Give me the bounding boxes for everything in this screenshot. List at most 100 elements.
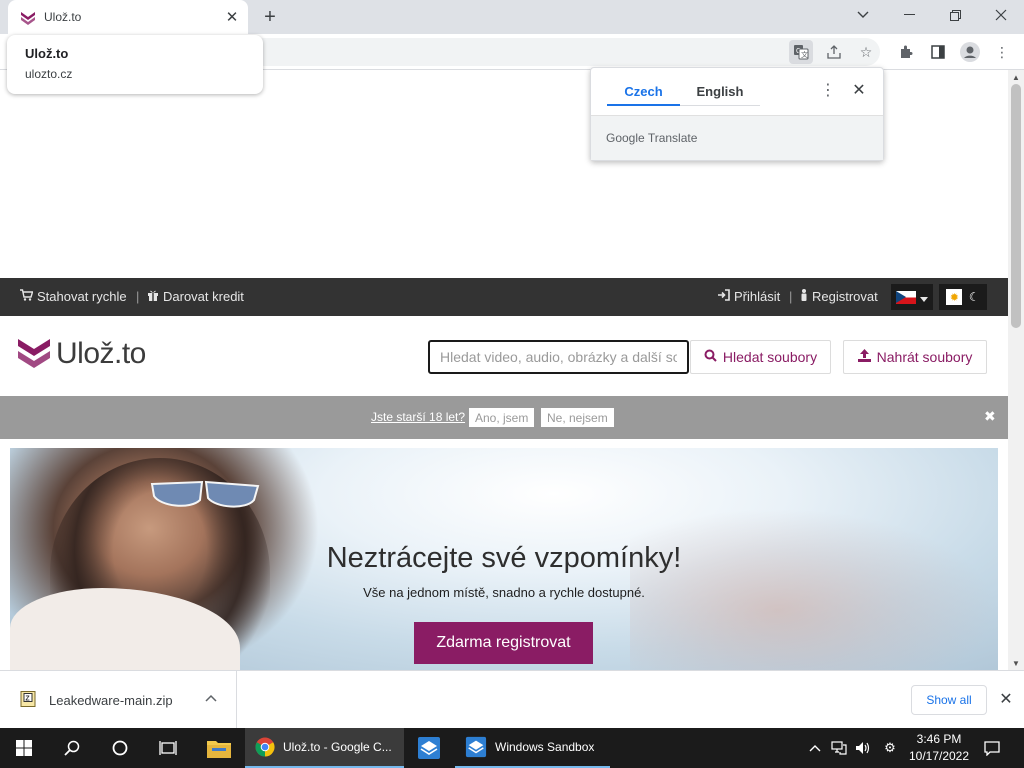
theme-toggle[interactable]: ✹ ☾ — [939, 284, 987, 310]
fast-download-link[interactable]: Stahovat rychle — [20, 289, 127, 304]
tab-strip: Ulož.to ✕ + — [0, 0, 1024, 34]
sandbox-icon — [465, 736, 487, 758]
taskbar-sandbox-pinned[interactable] — [407, 728, 451, 768]
close-icon[interactable]: ✖ — [984, 408, 996, 425]
search-input[interactable] — [428, 340, 689, 374]
settings-gear-icon[interactable]: ⚙ — [878, 728, 902, 768]
profile-avatar-icon[interactable] — [958, 40, 982, 64]
tab-hover-card: Ulož.to ulozto.cz — [7, 35, 263, 94]
hover-card-title: Ulož.to — [25, 46, 69, 61]
share-icon[interactable] — [822, 40, 846, 64]
scroll-down-icon[interactable]: ▼ — [1008, 656, 1024, 670]
chrome-menu-icon[interactable]: ⋮ — [990, 40, 1014, 64]
hover-card-url: ulozto.cz — [25, 67, 73, 81]
site-top-bar: Stahovat rychle | Darovat kredit Přihlás… — [0, 278, 1008, 316]
windows-taskbar: Ulož.to - Google C... Windows Sandbox ⚙ … — [0, 728, 1024, 768]
topbar-separator: | — [789, 289, 793, 304]
caret-down-icon — [920, 290, 928, 305]
free-register-button[interactable]: Zdarma registrovat — [414, 622, 593, 664]
clock-date: 10/17/2022 — [908, 749, 970, 763]
download-bar: Z Leakedware-main.zip Show all ✕ — [0, 670, 1024, 728]
logo-text: Ulož.to — [56, 337, 146, 370]
browser-tab-ulozto[interactable]: Ulož.to ✕ — [8, 0, 248, 34]
taskbar-chrome-app[interactable]: Ulož.to - Google C... — [245, 728, 404, 768]
search-icon — [64, 740, 80, 756]
age-verification-bar: Jste starší 18 let? Ano, jsem Ne, nejsem… — [0, 396, 1008, 439]
translate-tab-english[interactable]: English — [680, 78, 760, 106]
search-taskbar-button[interactable] — [48, 728, 96, 768]
side-panel-icon[interactable] — [926, 40, 950, 64]
tab-close-icon[interactable]: ✕ — [222, 7, 242, 27]
hero-banner: Neztrácejte své vzpomínky! Vše na jednom… — [10, 448, 998, 670]
login-link[interactable]: Přihlásit — [718, 289, 780, 304]
scrollbar-thumb[interactable] — [1011, 84, 1021, 328]
close-download-bar-icon[interactable]: ✕ — [996, 689, 1016, 709]
gift-icon — [147, 289, 159, 304]
translate-tab-czech[interactable]: Czech — [607, 78, 680, 106]
scroll-up-icon[interactable]: ▲ — [1008, 70, 1024, 84]
donate-credit-link[interactable]: Darovat kredit — [147, 289, 244, 304]
age-no-button[interactable]: Ne, nejsem — [541, 408, 614, 427]
restore-button[interactable] — [932, 0, 978, 30]
cortana-circle-icon — [112, 740, 128, 756]
hero-title: Neztrácejte své vzpomínky! — [326, 542, 682, 574]
translate-close-icon[interactable]: ✕ — [849, 80, 869, 100]
minimize-button[interactable] — [886, 0, 932, 30]
search-files-button[interactable]: Hledat soubory — [690, 340, 831, 374]
upload-files-button[interactable]: Nahrát soubory — [843, 340, 987, 374]
task-view-button[interactable] — [144, 728, 192, 768]
search-icon — [704, 349, 717, 365]
sun-icon[interactable]: ✹ — [946, 289, 963, 305]
ulozto-favicon-icon — [21, 12, 35, 25]
clock-time: 3:46 PM — [916, 732, 962, 746]
notifications-icon[interactable] — [978, 728, 1006, 768]
tab-search-chevron-icon[interactable] — [840, 0, 886, 30]
user-icon — [800, 289, 808, 304]
file-explorer-button[interactable] — [196, 728, 242, 768]
taskbar-sandbox-app[interactable]: Windows Sandbox — [455, 728, 610, 768]
task-view-icon — [159, 741, 177, 755]
new-tab-button[interactable]: + — [258, 5, 282, 29]
tray-overflow-icon[interactable] — [806, 728, 824, 768]
topbar-separator: | — [136, 289, 140, 304]
upload-icon — [857, 349, 871, 365]
site-logo[interactable]: Ulož.to — [18, 337, 146, 371]
translate-icon[interactable]: G文 — [789, 40, 813, 64]
cart-icon — [20, 289, 34, 304]
google-translate-label: Google Translate — [606, 131, 698, 145]
register-link[interactable]: Registrovat — [800, 289, 878, 304]
folder-icon — [207, 741, 231, 758]
extensions-icon[interactable] — [894, 40, 918, 64]
tab-title: Ulož.to — [44, 10, 82, 24]
start-button[interactable] — [0, 728, 48, 768]
svg-text:Z: Z — [25, 696, 30, 703]
bookmark-star-icon[interactable]: ☆ — [854, 40, 878, 64]
cortana-button[interactable] — [96, 728, 144, 768]
age-question[interactable]: Jste starší 18 let? — [371, 410, 465, 424]
zip-file-icon: Z — [20, 691, 36, 707]
windows-logo-icon — [16, 740, 32, 756]
close-window-button[interactable] — [978, 0, 1024, 30]
network-icon[interactable] — [828, 728, 850, 768]
translate-bubble: Czech English ⋮ ✕ Google Translate — [590, 67, 884, 161]
language-selector[interactable] — [891, 284, 933, 310]
czech-flag-icon — [896, 290, 916, 304]
ulozto-logo-icon — [18, 339, 50, 368]
page-scrollbar[interactable]: ▲ ▼ — [1008, 70, 1024, 670]
hero-subtitle: Vše na jednom místě, snadno a rychle dos… — [363, 585, 645, 600]
chevron-up-icon[interactable] — [205, 691, 217, 705]
taskbar-clock[interactable]: 3:46 PM 10/17/2022 — [904, 731, 974, 765]
age-yes-button[interactable]: Ano, jsem — [469, 408, 535, 427]
chrome-icon — [255, 737, 275, 757]
svg-text:文: 文 — [801, 50, 808, 59]
moon-icon[interactable]: ☾ — [969, 290, 980, 304]
volume-icon[interactable] — [852, 728, 874, 768]
taskbar-chrome-label: Ulož.to - Google C... — [283, 740, 392, 754]
address-bar[interactable] — [250, 38, 880, 66]
show-all-downloads-button[interactable]: Show all — [911, 685, 987, 715]
translate-options-icon[interactable]: ⋮ — [819, 81, 837, 99]
sunglasses-graphic — [150, 480, 260, 508]
site-header: Ulož.to Hledat soubory Nahrát soubory — [0, 316, 1008, 396]
download-item[interactable]: Z Leakedware-main.zip — [0, 671, 237, 728]
download-file-name: Leakedware-main.zip — [49, 693, 173, 708]
